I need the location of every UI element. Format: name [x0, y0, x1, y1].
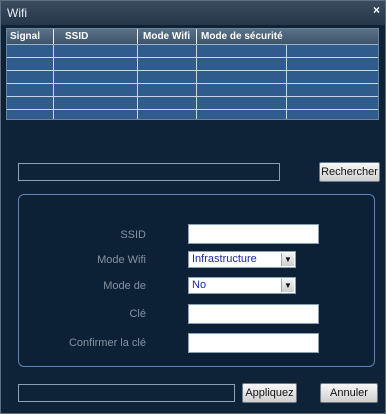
ssid-label: SSID — [120, 229, 146, 241]
header-divider — [53, 29, 54, 44]
window-title: Wifi — [7, 6, 27, 20]
table-body — [7, 45, 378, 119]
title-bar: Wifi × — [1, 1, 385, 25]
search-input[interactable] — [18, 163, 280, 181]
table-row[interactable] — [7, 45, 378, 58]
network-settings-panel: SSID Mode Wifi Infrastructure ▼ Mode de … — [18, 194, 375, 367]
table-row[interactable] — [7, 58, 378, 71]
mode-wifi-selected-value: Infrastructure — [192, 253, 257, 265]
apply-button[interactable]: Appliquez — [242, 383, 297, 403]
column-divider — [53, 45, 54, 119]
key-label: Clé — [129, 308, 146, 320]
confirm-key-label: Confirmer la clé — [68, 337, 146, 349]
mode-de-label: Mode de — [103, 280, 146, 292]
search-button[interactable]: Rechercher — [319, 162, 380, 182]
column-divider — [196, 45, 197, 119]
table-header: Signal SSID Mode Wifi Mode de sécurité — [7, 29, 378, 45]
mode-wifi-select[interactable]: Infrastructure ▼ — [188, 251, 296, 268]
key-field[interactable] — [188, 304, 319, 324]
column-header-ssid[interactable]: SSID — [65, 31, 88, 42]
mode-wifi-label: Mode Wifi — [97, 254, 146, 266]
close-icon[interactable]: × — [373, 3, 380, 17]
status-field — [18, 384, 235, 402]
header-divider — [196, 29, 197, 44]
security-mode-select[interactable]: No ▼ — [188, 277, 296, 294]
wifi-network-table: Signal SSID Mode Wifi Mode de sécurité — [6, 28, 379, 120]
table-row[interactable] — [7, 71, 378, 84]
table-row[interactable] — [7, 110, 378, 119]
header-divider — [137, 29, 138, 44]
column-header-signal[interactable]: Signal — [10, 31, 40, 42]
column-header-mode-wifi[interactable]: Mode Wifi — [143, 31, 190, 42]
wifi-window: Wifi × Signal SSID Mode Wifi Mode de séc… — [0, 0, 386, 414]
column-divider — [286, 45, 287, 119]
chevron-down-icon[interactable]: ▼ — [281, 253, 294, 266]
column-header-security-mode[interactable]: Mode de sécurité — [201, 31, 283, 42]
security-mode-selected-value: No — [192, 279, 207, 291]
chevron-down-icon[interactable]: ▼ — [281, 279, 294, 292]
table-row[interactable] — [7, 97, 378, 110]
table-row[interactable] — [7, 84, 378, 97]
confirm-key-field[interactable] — [188, 333, 319, 353]
ssid-field[interactable] — [188, 224, 319, 244]
cancel-button[interactable]: Annuler — [320, 383, 378, 403]
column-divider — [137, 45, 138, 119]
